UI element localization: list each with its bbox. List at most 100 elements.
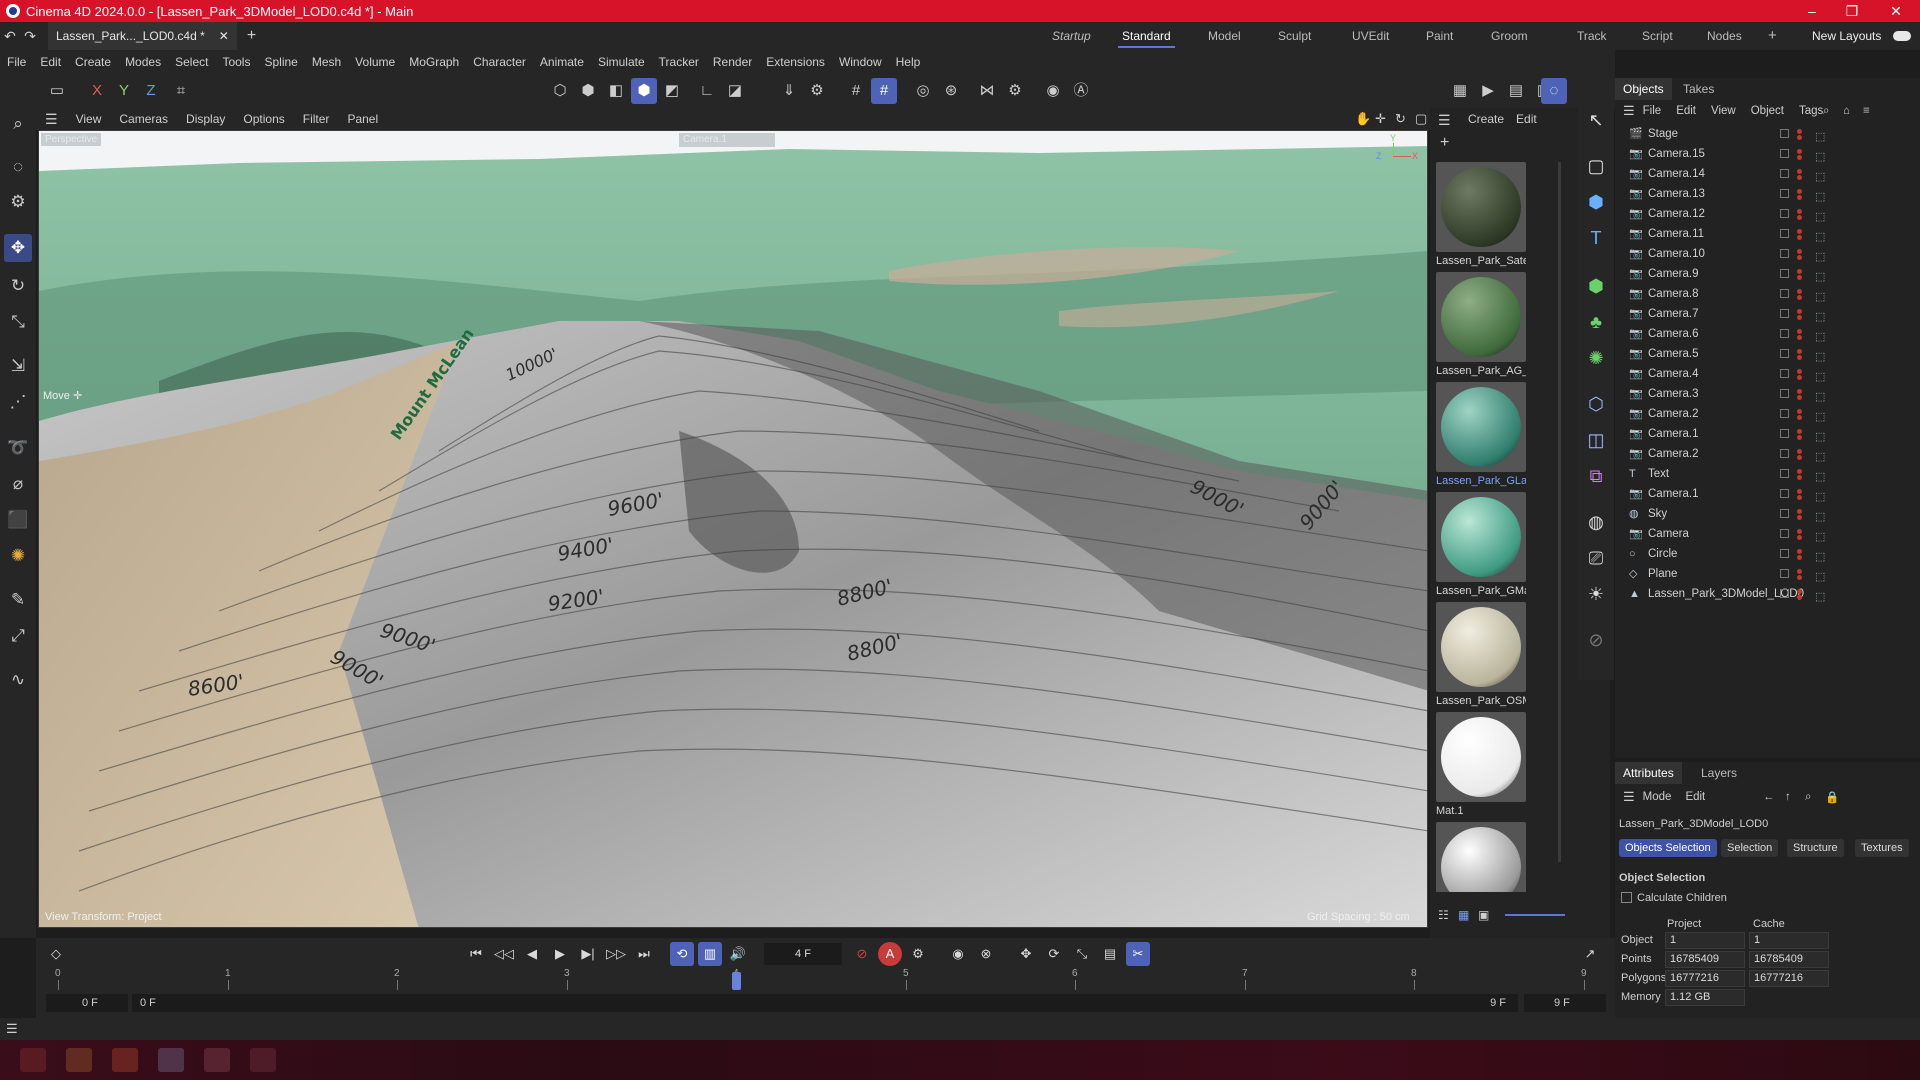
lasso-icon[interactable]: ➰	[4, 434, 32, 462]
layer-checkbox[interactable]	[1780, 469, 1789, 478]
taskbar-app-icon[interactable]	[112, 1048, 138, 1072]
calculate-children-checkbox[interactable]	[1621, 892, 1632, 903]
points-mode-icon[interactable]: ⬡	[547, 78, 573, 104]
material-hamburger-icon[interactable]: ☰	[1438, 112, 1451, 129]
selection-settings-icon[interactable]: ⚙	[4, 188, 32, 216]
layer-checkbox[interactable]	[1780, 329, 1789, 338]
search-objects-icon[interactable]: ⌕	[1823, 105, 1829, 118]
layer-checkbox[interactable]	[1780, 349, 1789, 358]
loop-icon[interactable]: ⟲	[670, 942, 694, 966]
minimize-button[interactable]: –	[1792, 0, 1832, 22]
taskbar-app-icon[interactable]	[20, 1048, 46, 1072]
visibility-dots[interactable]	[1797, 209, 1805, 220]
object-row[interactable]: T Text ⬚	[1615, 464, 1920, 484]
object-tag-icon[interactable]: ⬚	[1815, 587, 1825, 607]
status-hamburger-icon[interactable]: ☰	[6, 1021, 18, 1037]
grid-view-icon[interactable]: ▦	[1458, 908, 1469, 922]
menu-select[interactable]: Select	[168, 55, 215, 69]
play-icon[interactable]: ▶	[548, 942, 572, 966]
record-icon[interactable]: ⊘	[850, 942, 874, 966]
asset-browser-icon[interactable]: Ⓐ	[1068, 78, 1094, 104]
object-row[interactable]: 📷 Camera.15 ⬚	[1615, 144, 1920, 164]
viewport-menu-options[interactable]: Options	[234, 112, 293, 126]
material-swatch[interactable]: Lassen_Park_OSM	[1436, 602, 1526, 710]
menu-character[interactable]: Character	[466, 55, 533, 69]
spline-tool-icon[interactable]: ∿	[4, 666, 32, 694]
filter-icon[interactable]: ≡	[1863, 105, 1870, 117]
visibility-dots[interactable]	[1797, 549, 1805, 560]
viewport-menu-panel[interactable]: Panel	[338, 112, 387, 126]
menu-spline[interactable]: Spline	[257, 55, 304, 69]
layer-checkbox[interactable]	[1780, 389, 1789, 398]
layout-tab-paint[interactable]: Paint	[1426, 22, 1453, 50]
key-position-icon[interactable]: ◉	[946, 942, 970, 966]
texture-mode-icon[interactable]: ◪	[722, 78, 748, 104]
keyframe-icon[interactable]: ◇	[44, 942, 68, 966]
object-row[interactable]: 📷 Camera.10 ⬚	[1615, 244, 1920, 264]
viewport-menu-filter[interactable]: Filter	[294, 112, 339, 126]
object-row[interactable]: 📷 Camera ⬚	[1615, 524, 1920, 544]
layer-checkbox[interactable]	[1780, 429, 1789, 438]
visibility-dots[interactable]	[1797, 369, 1805, 380]
x-axis-toggle[interactable]: X	[84, 78, 110, 104]
generator-icon[interactable]: ⬢	[1582, 272, 1610, 300]
text-spline-icon[interactable]: T	[1582, 224, 1610, 252]
viewport-menu-display[interactable]: Display	[177, 112, 234, 126]
taskbar-app-icon[interactable]	[158, 1048, 184, 1072]
object-menu-tags[interactable]: Tags	[1799, 105, 1823, 117]
menu-edit[interactable]: Edit	[33, 55, 68, 69]
rotate-tool-icon[interactable]: ↻	[4, 272, 32, 300]
new-layouts-toggle[interactable]	[1893, 31, 1911, 41]
layout-tab-track[interactable]: Track	[1577, 22, 1607, 50]
polygons-mode-icon[interactable]: ◧	[603, 78, 629, 104]
layer-checkbox[interactable]	[1780, 169, 1789, 178]
deformer-icon[interactable]: ⬡	[1582, 390, 1610, 418]
object-row[interactable]: 📷 Camera.9 ⬚	[1615, 264, 1920, 284]
visibility-dots[interactable]	[1797, 349, 1805, 360]
scale-tool-icon[interactable]: ⤡	[4, 308, 32, 336]
layout-tab-sculpt[interactable]: Sculpt	[1278, 22, 1311, 50]
edges-mode-icon[interactable]: ⬢	[575, 78, 601, 104]
object-row[interactable]: 📷 Camera.8 ⬚	[1615, 284, 1920, 304]
layer-checkbox[interactable]	[1780, 589, 1789, 598]
interactive-render-icon[interactable]: ◌	[1541, 78, 1567, 104]
visibility-dots[interactable]	[1797, 429, 1805, 440]
start-frame-field[interactable]: 0 F	[46, 994, 128, 1012]
visibility-dots[interactable]	[1797, 309, 1805, 320]
visibility-dots[interactable]	[1797, 189, 1805, 200]
null-object-icon[interactable]: ▭	[44, 78, 70, 104]
taskbar-app-icon[interactable]	[250, 1048, 276, 1072]
paint-tool-icon[interactable]: ⌀	[4, 470, 32, 498]
layout-tab-startup[interactable]: Startup	[1052, 22, 1091, 50]
viewport-active-camera-label[interactable]: Camera.1	[679, 133, 775, 147]
object-row[interactable]: 📷 Camera.2 ⬚	[1615, 404, 1920, 424]
textures-button[interactable]: Textures	[1855, 839, 1909, 857]
camera-lens-icon[interactable]: ◉	[1040, 78, 1066, 104]
menu-window[interactable]: Window	[832, 55, 889, 69]
settings-gear-icon[interactable]: ⚙	[804, 78, 830, 104]
object-row[interactable]: 📷 Camera.1 ⬚	[1615, 424, 1920, 444]
render-view-icon[interactable]: ▦	[1447, 78, 1473, 104]
z-axis-toggle[interactable]: Z	[138, 78, 164, 104]
live-selection-icon[interactable]: ◌	[4, 153, 32, 181]
rotate-keys-icon[interactable]: ⟳	[1042, 942, 1066, 966]
visibility-dots[interactable]	[1797, 149, 1805, 160]
layer-checkbox[interactable]	[1780, 289, 1789, 298]
menu-file[interactable]: File	[0, 55, 33, 69]
visibility-dots[interactable]	[1797, 509, 1805, 520]
layer-checkbox[interactable]	[1780, 449, 1789, 458]
axis-mode-icon[interactable]: ∟	[694, 78, 720, 104]
lock-icon[interactable]: 🔒	[1825, 790, 1839, 804]
structure-button[interactable]: Structure	[1787, 839, 1844, 857]
search-icon[interactable]: ⌕	[4, 110, 32, 138]
large-view-icon[interactable]: ▣	[1478, 908, 1489, 922]
sound-icon[interactable]: 🔊	[726, 942, 750, 966]
menu-modes[interactable]: Modes	[118, 55, 168, 69]
knife-icon[interactable]: ⤢	[4, 622, 32, 650]
render-to-viewer-icon[interactable]: ▶	[1475, 78, 1501, 104]
viewport-menu-view[interactable]: View	[67, 112, 111, 126]
material-menu-edit[interactable]: Edit	[1516, 112, 1537, 126]
field-icon[interactable]: ◫	[1582, 426, 1610, 454]
add-material-icon[interactable]: +	[1440, 134, 1449, 152]
visibility-dots[interactable]	[1797, 129, 1805, 140]
